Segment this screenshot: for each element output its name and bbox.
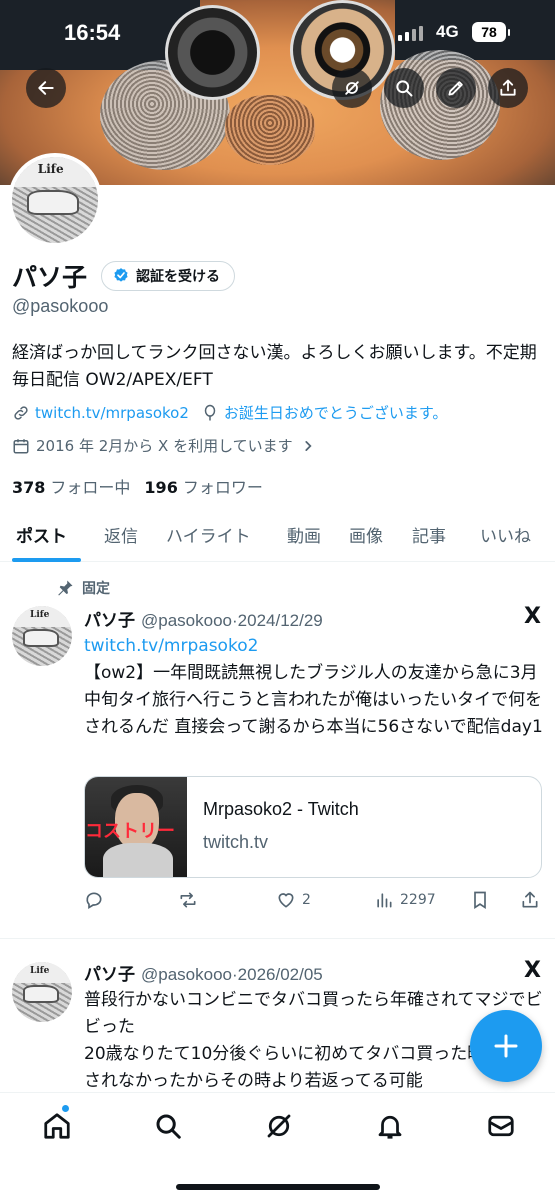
card-title: Mrpasoko2 - Twitch — [203, 799, 359, 819]
edit-button[interactable] — [436, 68, 476, 108]
share-icon — [522, 891, 538, 908]
battery-icon: 78 — [472, 22, 510, 42]
tab-photos[interactable]: 画像 — [349, 522, 383, 547]
joined-date: 2016 年 2月から X を利用しています — [36, 437, 293, 455]
envelope-icon — [488, 1115, 514, 1137]
post-date[interactable]: 2024/12/29 — [238, 611, 323, 631]
nav-search[interactable] — [153, 1111, 183, 1141]
grok-button[interactable] — [332, 68, 372, 108]
post-date[interactable]: 2026/02/05 — [238, 965, 323, 985]
grok-icon — [267, 1114, 291, 1138]
notification-dot — [62, 1105, 69, 1112]
arrow-left-icon — [38, 81, 54, 95]
grok-icon — [345, 81, 359, 95]
pencil-icon — [448, 81, 463, 96]
tab-replies[interactable]: 返信 — [104, 522, 138, 547]
search-icon — [396, 80, 413, 97]
back-button[interactable] — [26, 68, 66, 108]
active-tab-indicator — [12, 558, 81, 562]
get-verified-button[interactable]: 認証を受ける — [101, 261, 236, 291]
nav-notifications[interactable] — [375, 1111, 405, 1141]
post-body[interactable]: twitch.tv/mrpasoko2 【ow2】一年間既読無視したブラジル人の… — [84, 633, 544, 741]
card-domain: twitch.tv — [203, 832, 269, 852]
card-thumbnail: コストリー — [85, 777, 187, 877]
post-author-name[interactable]: パソ子 — [84, 606, 135, 631]
repost-button[interactable] — [178, 890, 198, 910]
name-row: パソ子 認証を受ける — [12, 258, 236, 294]
nav-home[interactable] — [42, 1111, 72, 1141]
following-link[interactable]: 378 フォロー中 — [12, 474, 130, 498]
profile-link[interactable]: twitch.tv/mrpasoko2 — [35, 404, 189, 422]
views-icon — [377, 893, 392, 908]
status-bar: 16:54 4G 78 — [0, 0, 555, 62]
post-link[interactable]: twitch.tv/mrpasoko2 — [84, 633, 544, 660]
bookmark-icon — [474, 891, 486, 910]
home-icon — [44, 1113, 70, 1139]
post-author-name[interactable]: パソ子 — [84, 960, 135, 985]
calendar-icon — [13, 438, 29, 453]
nav-messages[interactable] — [486, 1111, 516, 1141]
tab-posts[interactable]: ポスト — [16, 522, 67, 547]
tab-videos[interactable]: 動画 — [287, 522, 321, 547]
post-avatar[interactable]: Life — [12, 962, 72, 1022]
home-indicator — [176, 1184, 380, 1190]
display-name: パソ子 — [12, 263, 88, 292]
reply-button[interactable] — [84, 890, 104, 910]
x-logo-icon[interactable]: X — [524, 958, 541, 983]
avatar-text: Life — [37, 162, 64, 177]
heart-icon — [278, 893, 294, 908]
tab-likes[interactable]: いいね — [480, 522, 531, 547]
share-button[interactable] — [488, 68, 528, 108]
follow-stats: 378 フォロー中 196 フォロワー — [12, 474, 263, 498]
search-icon — [156, 1114, 181, 1139]
like-button[interactable]: 2 — [276, 890, 311, 910]
balloon-icon — [204, 404, 216, 420]
chevron-right-icon — [305, 440, 312, 451]
share-post-button[interactable] — [520, 890, 540, 910]
tab-highlights[interactable]: ハイライト — [166, 522, 251, 547]
share-icon — [500, 79, 516, 96]
pin-icon — [58, 580, 73, 596]
views-button[interactable]: 2297 — [374, 890, 436, 910]
post-header: パソ子 @pasokooo · 2024/12/29 — [84, 606, 323, 631]
tab-articles[interactable]: 記事 — [412, 522, 446, 547]
like-count: 2 — [302, 892, 311, 908]
verified-badge-icon — [114, 268, 128, 282]
repost-icon — [180, 892, 196, 908]
followers-link[interactable]: 196 フォロワー — [144, 474, 262, 498]
post-author-handle[interactable]: @pasokooo — [141, 965, 232, 985]
bell-icon — [378, 1115, 402, 1139]
view-count: 2297 — [400, 892, 436, 908]
get-verified-label: 認証を受ける — [136, 269, 221, 285]
profile-bio: 経済ばっか回してランク回さない漢。よろしくお願いします。不定期毎日配信 OW2/… — [12, 343, 537, 390]
compose-button[interactable] — [470, 1010, 542, 1082]
bookmark-button[interactable] — [470, 890, 490, 910]
post-header: パソ子 @pasokooo · 2026/02/05 — [84, 960, 323, 985]
status-time: 16:54 — [64, 20, 121, 45]
link-icon — [14, 405, 28, 420]
reply-icon — [86, 892, 102, 909]
profile-avatar[interactable]: Life — [8, 153, 102, 247]
x-logo-icon[interactable]: X — [524, 604, 541, 629]
birthday-text[interactable]: お誕生日おめでとうございます。 — [224, 402, 448, 423]
plus-icon — [494, 1034, 518, 1058]
nav-grok[interactable] — [264, 1111, 294, 1141]
joined-row[interactable]: 2016 年 2月から X を利用しています — [12, 435, 321, 456]
post-text: 【ow2】一年間既読無視したブラジル人の友達から急に3月中旬タイ旅行へ行こうと言… — [84, 663, 543, 737]
post-actions: 2 2297 — [84, 890, 544, 914]
network-label: 4G — [436, 22, 459, 41]
link-card[interactable]: コストリー Mrpasoko2 - Twitch twitch.tv — [84, 776, 542, 878]
post-author-handle[interactable]: @pasokooo — [141, 611, 232, 631]
post-avatar[interactable]: Life — [12, 606, 72, 666]
profile-handle: @pasokooo — [12, 296, 109, 316]
search-button[interactable] — [384, 68, 424, 108]
profile-tabs: ポスト 返信 ハイライト 動画 画像 記事 いいね — [0, 512, 555, 562]
post-divider — [0, 938, 555, 939]
pinned-label: 固定 — [56, 578, 110, 598]
profile-meta: twitch.tv/mrpasoko2 お誕生日おめでとうございます。 — [12, 402, 459, 423]
signal-icon — [398, 26, 423, 41]
